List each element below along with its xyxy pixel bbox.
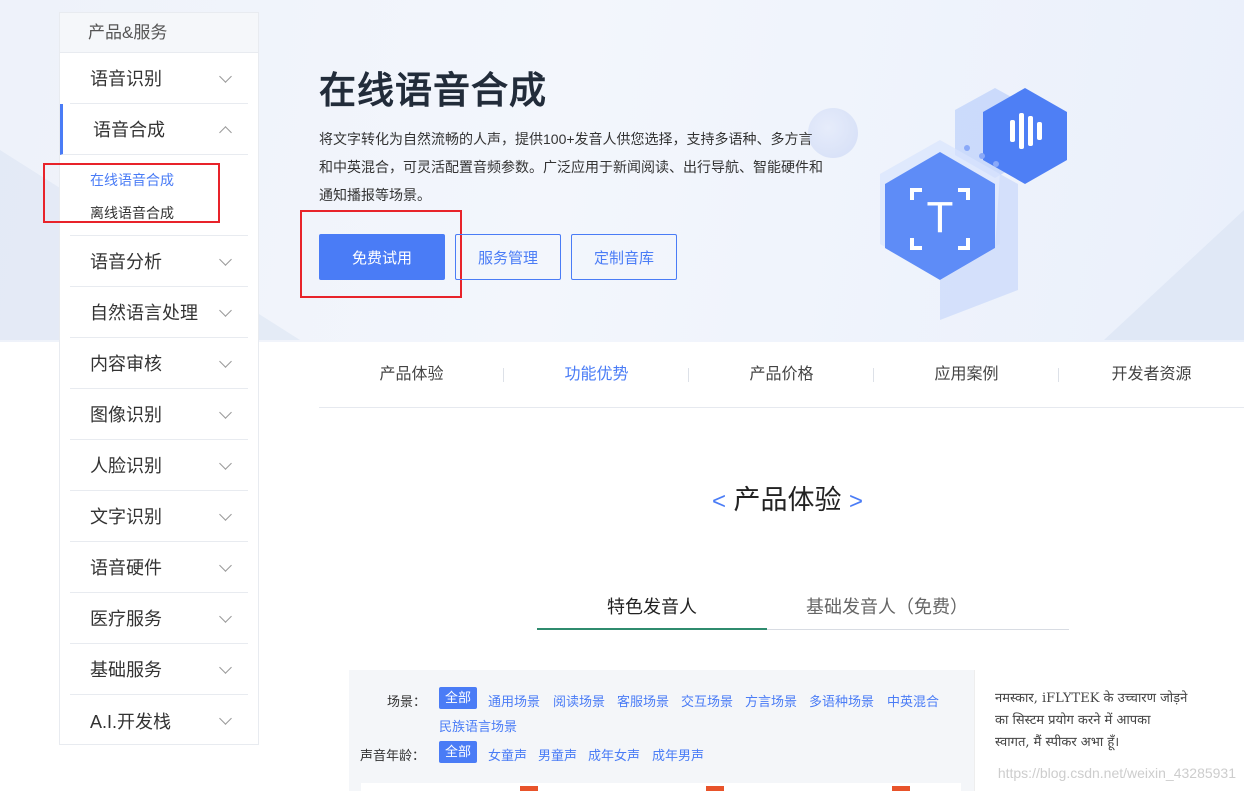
sidebar-item-label: 自然语言处理 <box>90 303 198 323</box>
sidebar-item-label: 内容审核 <box>90 354 162 374</box>
tab-features[interactable]: 功能优势 <box>504 352 689 407</box>
age-chip-all[interactable]: 全部 <box>439 741 478 763</box>
sidebar-item-label: 语音分析 <box>90 252 162 272</box>
scene-filter-label: 场景： <box>387 694 427 709</box>
tab-featured-voices[interactable]: 特色发音人 <box>537 588 767 630</box>
sidebar-item-medical[interactable]: 医疗服务 <box>70 593 248 644</box>
sidebar-item-speech-synthesis[interactable]: 语音合成 <box>60 104 248 155</box>
sidebar-item-content-review[interactable]: 内容审核 <box>70 338 248 389</box>
chevron-down-icon <box>219 712 232 725</box>
scene-chip-all[interactable]: 全部 <box>439 687 478 709</box>
sidebar-item-basic-services[interactable]: 基础服务 <box>70 644 248 695</box>
tab-label: 应用案例 <box>934 366 999 383</box>
section-title-text: 产品体验 <box>733 485 842 515</box>
sidebar-item-label: 医疗服务 <box>90 609 162 629</box>
tab-label: 开发者资源 <box>1111 366 1192 383</box>
tab-label: 功能优势 <box>564 366 629 383</box>
sidebar-item-label: A.I.开发栈 <box>90 711 172 732</box>
sample-text-line: स्वागत, मैं स्पीकर अभा हूँ। <box>995 735 1120 750</box>
voice-list-top-edge <box>361 783 961 791</box>
hero-description: 将文字转化为自然流畅的人声，提供100+发音人供您选择，支持多语种、多方言和中英… <box>319 131 823 203</box>
decor-shape <box>1104 210 1244 340</box>
chevron-down-icon <box>219 457 232 470</box>
chevron-down-icon <box>219 253 232 266</box>
chevron-down-icon <box>219 610 232 623</box>
age-chip-boy[interactable]: 男童声 <box>538 745 577 764</box>
service-management-button[interactable]: 服务管理 <box>455 234 561 280</box>
tab-product-experience[interactable]: 产品体验 <box>319 352 504 407</box>
sidebar-item-speech-analysis[interactable]: 语音分析 <box>70 236 248 287</box>
tab-pricing[interactable]: 产品价格 <box>689 352 874 407</box>
chevron-down-icon <box>219 406 232 419</box>
chevron-up-icon <box>219 126 232 139</box>
bracket-left: < <box>711 488 726 515</box>
sidebar-header: 产品&服务 <box>60 13 258 53</box>
voice-card-badge <box>706 786 724 791</box>
watermark: https://blog.csdn.net/weixin_43285931 <box>997 765 1236 781</box>
scene-chip-reading[interactable]: 阅读场景 <box>553 691 605 710</box>
tab-use-cases[interactable]: 应用案例 <box>874 352 1059 407</box>
scene-chip-general[interactable]: 通用场景 <box>488 691 540 710</box>
scene-chip-interactive[interactable]: 交互场景 <box>681 691 733 710</box>
scene-chip-multilingual[interactable]: 多语种场景 <box>809 691 874 710</box>
illustration-letter: T <box>927 193 954 242</box>
sample-text-line: का सिस्टम प्रयोग करने में आपका <box>995 713 1151 728</box>
age-chip-adult-male[interactable]: 成年男声 <box>652 745 704 764</box>
scene-chip-ethnic-language[interactable]: 民族语言场景 <box>439 716 517 735</box>
chevron-down-icon <box>219 304 232 317</box>
voice-tabs: 特色发音人 基础发音人（免费） <box>537 588 1069 630</box>
voice-card-badge <box>892 786 910 791</box>
product-sidebar: 产品&服务 语音识别 语音合成 在线语音合成 离线语音合成 语音分析 自然语言处… <box>59 12 259 745</box>
chevron-down-icon <box>219 355 232 368</box>
sidebar-item-label: 语音硬件 <box>90 558 162 578</box>
sidebar-item-ai-dev-stack[interactable]: A.I.开发栈 <box>70 695 248 746</box>
custom-voice-library-button[interactable]: 定制音库 <box>571 234 677 280</box>
scene-chip-dialect[interactable]: 方言场景 <box>745 691 797 710</box>
sidebar-item-speech-recognition[interactable]: 语音识别 <box>70 53 248 104</box>
annotation-box-sublist <box>43 163 220 223</box>
chevron-down-icon <box>219 70 232 83</box>
sidebar-item-label: 语音合成 <box>93 120 165 140</box>
voice-card-badge <box>520 786 538 791</box>
age-chip-girl[interactable]: 女童声 <box>488 745 527 764</box>
chevron-down-icon <box>219 559 232 572</box>
sidebar-item-nlp[interactable]: 自然语言处理 <box>70 287 248 338</box>
tab-label: 产品体验 <box>379 366 444 383</box>
sidebar-item-label: 语音识别 <box>90 69 162 89</box>
free-trial-button[interactable]: 免费试用 <box>319 234 445 280</box>
product-nav-tabs: 产品体验 功能优势 产品价格 应用案例 开发者资源 <box>319 352 1244 408</box>
scene-chip-customer-service[interactable]: 客服场景 <box>617 691 669 710</box>
age-filter-label: 声音年龄： <box>360 748 426 763</box>
sidebar-item-label: 基础服务 <box>90 660 162 680</box>
section-title: < 产品体验 > <box>0 478 1244 517</box>
voice-filter-panel: 场景： 全部 通用场景 阅读场景 客服场景 交互场景 方言场景 多语种场景 中英… <box>349 670 974 791</box>
sidebar-item-label: 图像识别 <box>90 405 162 425</box>
tab-developer-resources[interactable]: 开发者资源 <box>1059 352 1244 407</box>
page-title: 在线语音合成 <box>319 70 547 111</box>
tts-illustration: T <box>880 88 1067 320</box>
bracket-right: > <box>849 488 864 515</box>
chevron-down-icon <box>219 661 232 674</box>
sample-text-line: नमस्कार, iFLYTEK के उच्चारण जोड़ने <box>995 691 1188 706</box>
sidebar-item-voice-hardware[interactable]: 语音硬件 <box>70 542 248 593</box>
tab-basic-voices[interactable]: 基础发音人（免费） <box>806 588 968 630</box>
sidebar-item-image-recognition[interactable]: 图像识别 <box>70 389 248 440</box>
tab-label: 产品价格 <box>749 366 814 383</box>
sidebar-item-label: 人脸识别 <box>90 456 162 476</box>
scene-chip-zh-en-mixed[interactable]: 中英混合 <box>887 691 939 710</box>
age-chip-adult-female[interactable]: 成年女声 <box>588 745 640 764</box>
